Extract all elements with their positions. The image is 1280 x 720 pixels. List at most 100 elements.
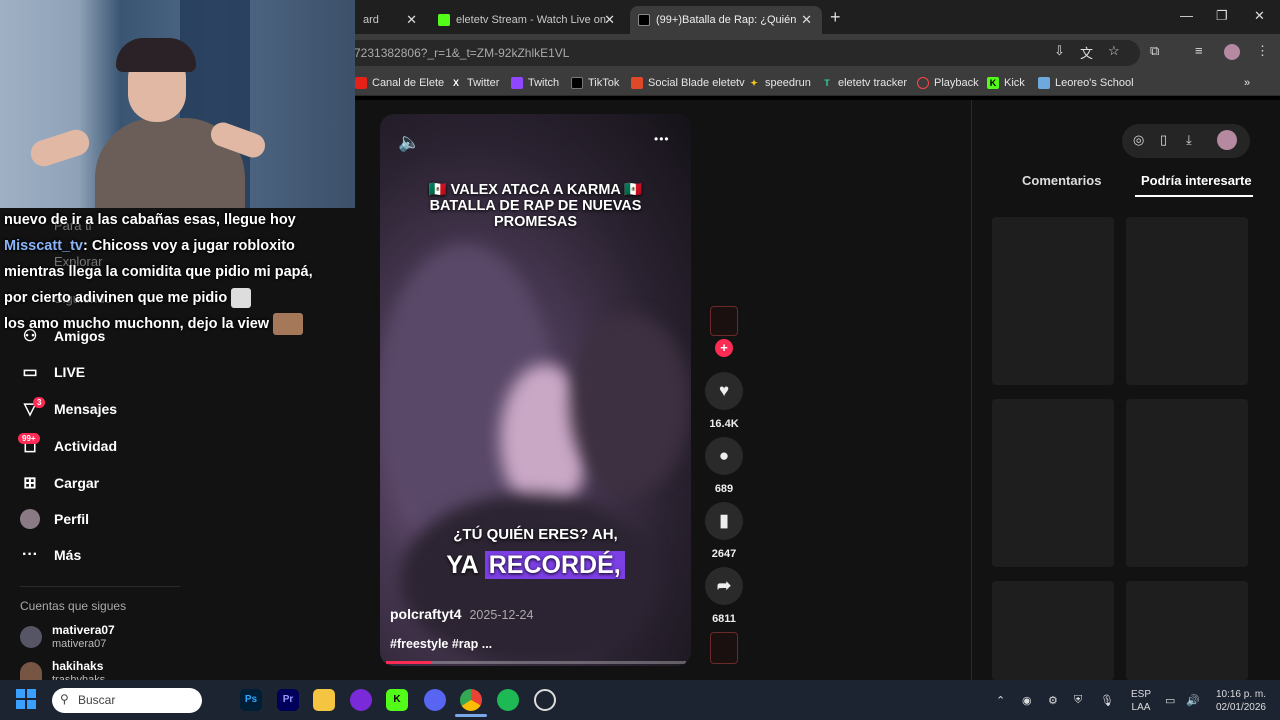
kick-favicon-icon (438, 14, 450, 26)
bookmark-item[interactable]: Playback (917, 77, 979, 89)
download-icon[interactable]: ⤓ (1186, 132, 1192, 148)
avatar[interactable] (20, 626, 42, 648)
network-icon[interactable]: ▭ (1165, 694, 1175, 707)
install-icon[interactable]: ⇩ (1054, 43, 1065, 59)
minimize-icon[interactable]: — (1180, 8, 1193, 23)
music-disc-icon[interactable] (710, 632, 738, 664)
clock[interactable]: 10:16 p. m. 02/01/2026 (1208, 688, 1266, 714)
menu-kebab-icon[interactable]: ⋮ (1256, 43, 1269, 59)
comment-button[interactable]: ● 689 (705, 437, 743, 495)
steam-tray-icon[interactable]: ⚙ (1048, 694, 1058, 707)
avatar[interactable] (20, 662, 42, 680)
more-options-icon[interactable]: ••• (654, 132, 670, 146)
browser-tab-active[interactable]: (99+)Batalla de Rap: ¿Quién Ere ✕ (630, 6, 822, 34)
file-explorer-icon[interactable] (313, 689, 335, 711)
windows-start-icon[interactable] (16, 689, 36, 709)
bookmark-item[interactable]: X Twitter (450, 77, 499, 89)
kick-icon: K (987, 77, 999, 89)
more-icon: ··· (22, 546, 38, 563)
compass-icon[interactable]: ◎ (1133, 132, 1144, 148)
save-button[interactable]: ▮ 2647 (705, 502, 743, 560)
video-caption-highlight-line: YA RECORDÉ, (380, 551, 691, 580)
bookmark-item[interactable]: Canal de Elete (355, 77, 444, 89)
language-indicator[interactable]: ESP LAA (1131, 688, 1151, 714)
streamer-hair (116, 38, 196, 72)
kick-app-icon[interactable]: K (386, 689, 408, 711)
comment-icon: ● (705, 437, 743, 475)
anime-emote-icon (231, 288, 252, 309)
bookmark-item[interactable]: Leoreo's School (1038, 77, 1134, 89)
bookmark-item[interactable]: ✦ speedrun (748, 77, 811, 89)
new-tab-button[interactable]: + (830, 7, 841, 28)
like-count: 16.4K (709, 418, 739, 430)
tiktok-icon (571, 77, 583, 89)
recommended-video-thumbnail[interactable] (992, 217, 1114, 385)
caption-word: YA (446, 551, 478, 579)
close-window-icon[interactable]: ✕ (1254, 8, 1265, 24)
sidebar-item-more[interactable]: ··· Más (20, 546, 81, 564)
discord-icon[interactable] (424, 689, 446, 711)
twitch-icon (511, 77, 523, 89)
video-player[interactable]: 🔈 ••• 🇲🇽 VALEX ATACA A KARMA 🇲🇽 BATALLA … (380, 114, 691, 666)
video-progress-bar[interactable] (386, 661, 686, 664)
photoshop-icon[interactable]: Ps (240, 689, 262, 711)
recommended-video-thumbnail[interactable] (1126, 581, 1248, 680)
translate-icon[interactable]: 文 (1080, 43, 1093, 62)
author-avatar[interactable] (710, 306, 738, 336)
like-button[interactable]: ♥ 16.4K (705, 372, 743, 430)
bookmark-item[interactable]: Twitch (511, 77, 559, 89)
bookmark-icon: ▮ (705, 502, 743, 540)
security-tray-icon[interactable]: ⛨ (1074, 694, 1082, 707)
tray-overflow-icon[interactable]: ⌃ (996, 694, 1005, 707)
bookmark-star-icon[interactable]: ☆ (1108, 43, 1120, 59)
sidebar-item-upload[interactable]: ⊞ Cargar (20, 473, 99, 493)
share-button[interactable]: ➦ 6811 (705, 567, 743, 625)
sidebar-item-profile[interactable]: Perfil (20, 509, 89, 529)
close-tab-icon[interactable]: ✕ (604, 12, 615, 28)
maximize-icon[interactable]: ❐ (1216, 8, 1228, 24)
live-tv-icon: ▭ (22, 364, 38, 381)
sidebar-item-live[interactable]: ▭ LIVE (20, 362, 85, 382)
follow-button[interactable]: + (715, 339, 733, 357)
premiere-icon[interactable]: Pr (277, 689, 299, 711)
discord-tray-icon[interactable]: ◉ (1022, 694, 1032, 707)
bookmark-item[interactable]: Teletetv tracker (821, 77, 907, 89)
volume-icon[interactable]: 🔈 (398, 132, 420, 153)
author-name[interactable]: polcraftyt4 (390, 606, 462, 622)
address-bar[interactable]: 7231382806?_r=1&_t=ZM-92kZhlkE1VL (320, 40, 1140, 66)
following-name[interactable]: mativera07 (52, 623, 115, 637)
tab-comments[interactable]: Comentarios (1022, 173, 1101, 188)
volume-tray-icon[interactable]: 🔊 (1186, 694, 1200, 707)
video-title-line: BATALLA DE RAP DE NUEVAS (429, 198, 642, 214)
microphone-icon[interactable]: 🎙 (1100, 694, 1114, 707)
chrome-icon[interactable] (460, 689, 482, 711)
close-tab-icon[interactable]: ✕ (406, 12, 417, 28)
browser-tab[interactable]: ard ✕ (355, 6, 427, 34)
recommended-video-thumbnail[interactable] (1126, 217, 1248, 385)
share-count: 6811 (712, 613, 736, 625)
spotify-icon[interactable] (497, 689, 519, 711)
extensions-icon[interactable]: ⧉ (1150, 43, 1159, 59)
recommended-video-thumbnail[interactable] (992, 399, 1114, 567)
canva-icon[interactable] (350, 689, 372, 711)
bookmark-item[interactable]: TikTok (571, 77, 619, 89)
profile-avatar-icon[interactable] (1224, 44, 1240, 60)
browser-tab[interactable]: eletetv Stream - Watch Live on ✕ (430, 6, 625, 34)
following-name[interactable]: hakihaks (52, 659, 103, 673)
recommended-video-thumbnail[interactable] (1126, 399, 1248, 567)
video-hashtags[interactable]: #freestyle #rap ... (390, 637, 492, 651)
phone-icon[interactable]: ▯ (1160, 132, 1167, 148)
tab-title: (99+)Batalla de Rap: ¿Quién Ere (656, 14, 796, 26)
tab-recommended[interactable]: Podría interesarte (1141, 173, 1252, 188)
recommended-video-thumbnail[interactable] (992, 581, 1114, 680)
user-avatar[interactable] (1217, 130, 1237, 150)
taskbar-search-input[interactable]: ⚲ Buscar (52, 688, 202, 713)
close-tab-icon[interactable]: ✕ (801, 12, 812, 28)
bookmark-item[interactable]: K Kick (987, 77, 1025, 89)
chat-message: Misscatt_tv: Chicoss voy a jugar robloxi… (4, 233, 324, 311)
media-control-icon[interactable]: ≡ (1195, 43, 1203, 58)
right-panel: ◎ ▯ ⤓ Comentarios Podría interesarte (971, 100, 1280, 680)
bookmarks-overflow-icon[interactable]: » (1244, 77, 1250, 89)
bookmark-item[interactable]: Social Blade eletetv (631, 77, 745, 89)
obs-icon[interactable] (534, 689, 556, 711)
